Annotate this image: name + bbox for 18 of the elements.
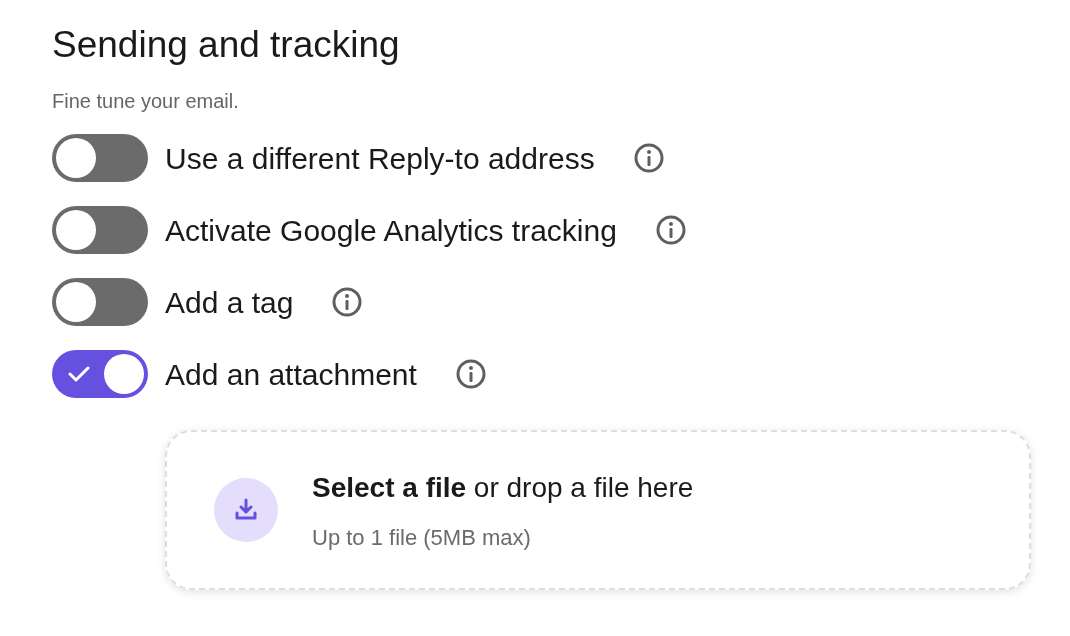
info-icon[interactable] bbox=[331, 286, 364, 318]
option-label: Use a different Reply-to address bbox=[165, 140, 595, 177]
option-label: Add an attachment bbox=[165, 356, 417, 393]
info-icon[interactable] bbox=[654, 214, 687, 246]
section-title: Sending and tracking bbox=[52, 23, 401, 67]
section-subtitle: Fine tune your email. bbox=[52, 89, 240, 114]
toggle-switch[interactable] bbox=[52, 134, 148, 182]
info-icon[interactable] bbox=[454, 358, 487, 390]
option-label: Add a tag bbox=[165, 284, 294, 321]
dropzone-hint: Up to 1 file (5MB max) bbox=[312, 523, 532, 552]
dropzone-text: Select a file or drop a file here bbox=[312, 470, 694, 505]
toggle-switch[interactable] bbox=[52, 206, 148, 254]
toggle-switch[interactable] bbox=[52, 350, 148, 398]
option-label: Activate Google Analytics tracking bbox=[165, 212, 617, 249]
info-icon[interactable] bbox=[632, 142, 665, 174]
check-icon bbox=[68, 365, 90, 383]
toggle-switch[interactable] bbox=[52, 278, 148, 326]
file-dropzone[interactable]: Select a file or drop a file here Up to 1 file (5MB max) bbox=[165, 430, 1031, 590]
